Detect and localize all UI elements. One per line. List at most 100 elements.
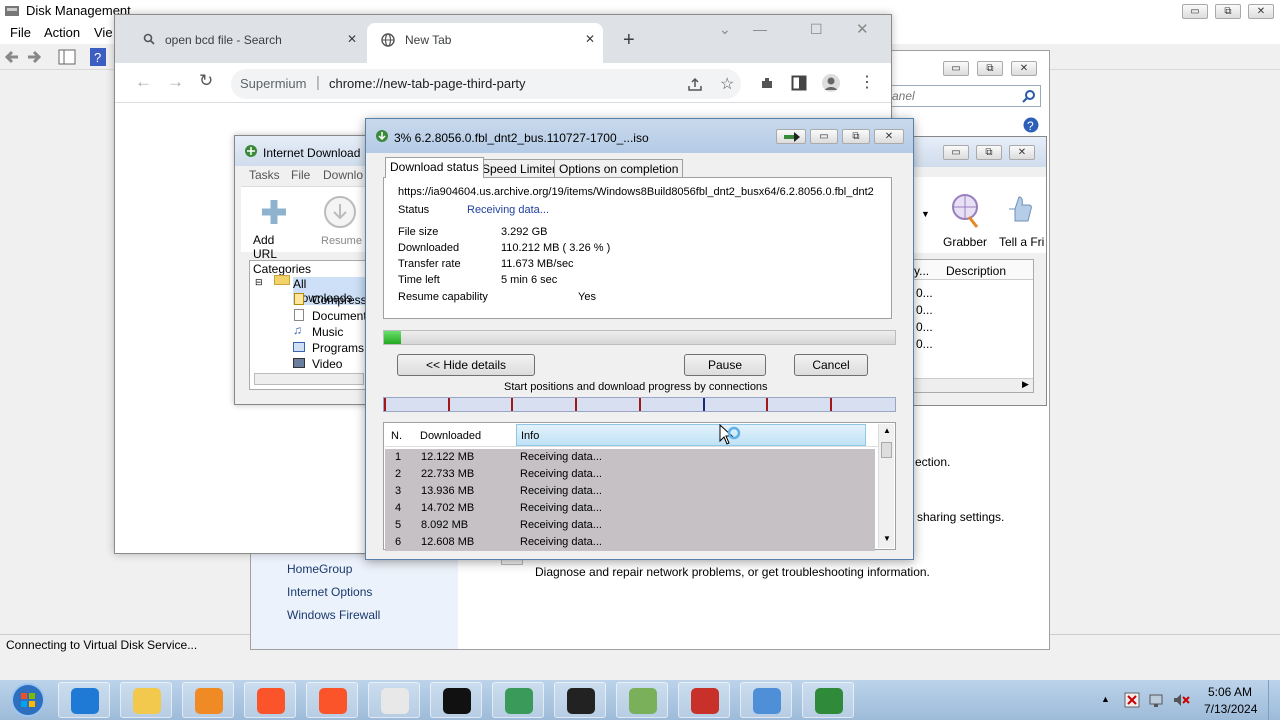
hide-details-button[interactable]: << Hide details [397, 354, 535, 376]
tree-collapse-icon[interactable]: ⊟ [255, 277, 263, 288]
vertical-scrollbar[interactable]: ▲ ▼ [878, 424, 894, 548]
cp-maximize-button[interactable]: ⧉ [977, 61, 1003, 76]
idm-menu-downloads[interactable]: Downlo [323, 168, 363, 182]
tell-a-friend-button[interactable]: Tell a Fri [997, 191, 1047, 249]
taskbar-app-button[interactable] [678, 682, 730, 718]
close-button[interactable]: ✕ [1248, 4, 1274, 19]
list-cell[interactable]: 0... [916, 286, 933, 300]
tree-item-video[interactable]: Video [312, 357, 342, 371]
tray-volume-muted-icon[interactable] [1172, 692, 1190, 708]
control-panel-search-input[interactable]: anel [887, 85, 1041, 107]
taskbar-app-button[interactable] [616, 682, 668, 718]
help-icon[interactable]: ? [1023, 117, 1039, 133]
profile-avatar-icon[interactable] [821, 73, 841, 93]
tree-horizontal-scrollbar[interactable] [254, 373, 364, 385]
forward-icon[interactable]: → [167, 72, 184, 92]
grabber-button[interactable]: Grabber [939, 191, 989, 249]
menu-view[interactable]: Vie [94, 25, 113, 40]
idm-menu-tasks[interactable]: Tasks [249, 168, 280, 182]
tab-close-icon[interactable]: ✕ [347, 32, 357, 46]
side-panel-icon[interactable] [791, 75, 807, 91]
minimize-button[interactable]: ▭ [1182, 4, 1208, 19]
tab-search[interactable]: open bcd file - Search ✕ [131, 23, 363, 63]
tab-speed-limiter[interactable]: Speed Limiter [477, 159, 562, 178]
connection-row[interactable]: 6 12.608 MB Receiving data... [385, 534, 875, 551]
taskbar-app-button[interactable] [554, 682, 606, 718]
console-tree-icon[interactable] [58, 49, 76, 65]
idm-close-button[interactable]: ✕ [1009, 145, 1035, 160]
list-cell[interactable]: 0... [916, 303, 933, 317]
idm-maximize-button[interactable]: ⧉ [976, 145, 1002, 160]
chrome-maximize-icon[interactable]: ☐ [810, 21, 823, 38]
menu-kebab-icon[interactable]: ⋮ [859, 72, 875, 92]
column-header-number[interactable]: N. [391, 430, 402, 442]
clock-time[interactable]: 5:06 AM [1208, 685, 1252, 699]
tab-close-icon[interactable]: ✕ [585, 32, 595, 46]
dialog-maximize-button[interactable]: ⧉ [842, 129, 870, 144]
tray-expand-icon[interactable]: ▲ [1101, 694, 1110, 704]
scroll-right-icon[interactable]: ▶ [1022, 379, 1029, 390]
list-cell[interactable]: 0... [916, 320, 933, 334]
new-tab-plus-icon[interactable]: + [623, 29, 635, 52]
cancel-button[interactable]: Cancel [794, 354, 868, 376]
bookmark-star-icon[interactable]: ☆ [720, 74, 734, 94]
show-desktop-button[interactable] [1268, 680, 1280, 720]
menu-action[interactable]: Action [44, 25, 80, 40]
column-header-date[interactable]: y... [914, 264, 929, 278]
sidebar-link-windows-firewall[interactable]: Windows Firewall [287, 608, 380, 622]
extensions-icon[interactable] [759, 75, 775, 91]
idm-minimize-button[interactable]: ▭ [943, 145, 969, 160]
back-arrow-icon[interactable] [4, 49, 20, 65]
idm-menu-file[interactable]: File [291, 168, 310, 182]
pause-button[interactable]: Pause [684, 354, 766, 376]
tray-network-icon[interactable] [1148, 692, 1164, 708]
menu-file[interactable]: File [10, 25, 31, 40]
clock-date[interactable]: 7/13/2024 [1204, 702, 1257, 716]
column-header-info[interactable]: Info [516, 424, 866, 446]
sidebar-link-internet-options[interactable]: Internet Options [287, 585, 372, 599]
connection-row[interactable]: 2 22.733 MB Receiving data... [385, 466, 875, 483]
tree-item-programs[interactable]: Programs [312, 341, 364, 355]
sidebar-link-homegroup[interactable]: HomeGroup [287, 562, 352, 576]
taskbar-app-button[interactable] [58, 682, 110, 718]
tab-download-status[interactable]: Download status [385, 157, 484, 178]
help-icon[interactable]: ? [90, 48, 106, 66]
scroll-down-icon[interactable]: ▼ [883, 534, 891, 543]
taskbar-app-button[interactable] [492, 682, 544, 718]
dialog-minimize-button[interactable]: ▭ [810, 129, 838, 144]
connection-row[interactable]: 4 14.702 MB Receiving data... [385, 500, 875, 517]
connection-row[interactable]: 1 12.122 MB Receiving data... [385, 449, 875, 466]
search-icon[interactable] [1022, 89, 1036, 103]
dialog-close-button[interactable]: ✕ [874, 129, 904, 144]
start-button-icon[interactable] [8, 682, 48, 718]
dialog-tray-button[interactable] [776, 129, 806, 144]
maximize-button[interactable]: ⧉ [1215, 4, 1241, 19]
list-cell[interactable]: 0... [916, 337, 933, 351]
taskbar-app-button[interactable] [368, 682, 420, 718]
tray-security-icon[interactable] [1124, 692, 1140, 708]
tree-item-documents[interactable]: Documents [312, 309, 373, 323]
chrome-close-icon[interactable]: ✕ [856, 20, 869, 38]
taskbar-app-button[interactable] [430, 682, 482, 718]
taskbar-app-button[interactable] [120, 682, 172, 718]
back-icon[interactable]: ← [135, 72, 152, 92]
scrollbar-thumb[interactable] [881, 442, 892, 458]
reload-icon[interactable]: ↻ [199, 71, 213, 91]
connection-row[interactable]: 5 8.092 MB Receiving data... [385, 517, 875, 534]
address-bar[interactable]: Supermium | chrome://new-tab-page-third-… [231, 69, 741, 99]
dropdown-arrow-icon[interactable]: ▼ [921, 209, 930, 219]
add-url-button[interactable]: Add URL [247, 193, 297, 261]
tab-search-chevron-icon[interactable]: ⌄ [719, 21, 731, 38]
tree-item-music[interactable]: Music [312, 325, 343, 339]
cp-close-button[interactable]: ✕ [1011, 61, 1037, 76]
taskbar-app-button[interactable] [802, 682, 854, 718]
taskbar-app-button[interactable] [244, 682, 296, 718]
resume-button[interactable]: Resume [313, 193, 363, 251]
column-header-downloaded[interactable]: Downloaded [420, 430, 481, 442]
connection-row[interactable]: 3 13.936 MB Receiving data... [385, 483, 875, 500]
tab-new-tab[interactable]: New Tab ✕ [367, 23, 603, 63]
cp-minimize-button[interactable]: ▭ [943, 61, 969, 76]
share-icon[interactable] [687, 77, 703, 91]
tab-options-on-completion[interactable]: Options on completion [554, 159, 684, 178]
taskbar-app-button[interactable] [306, 682, 358, 718]
